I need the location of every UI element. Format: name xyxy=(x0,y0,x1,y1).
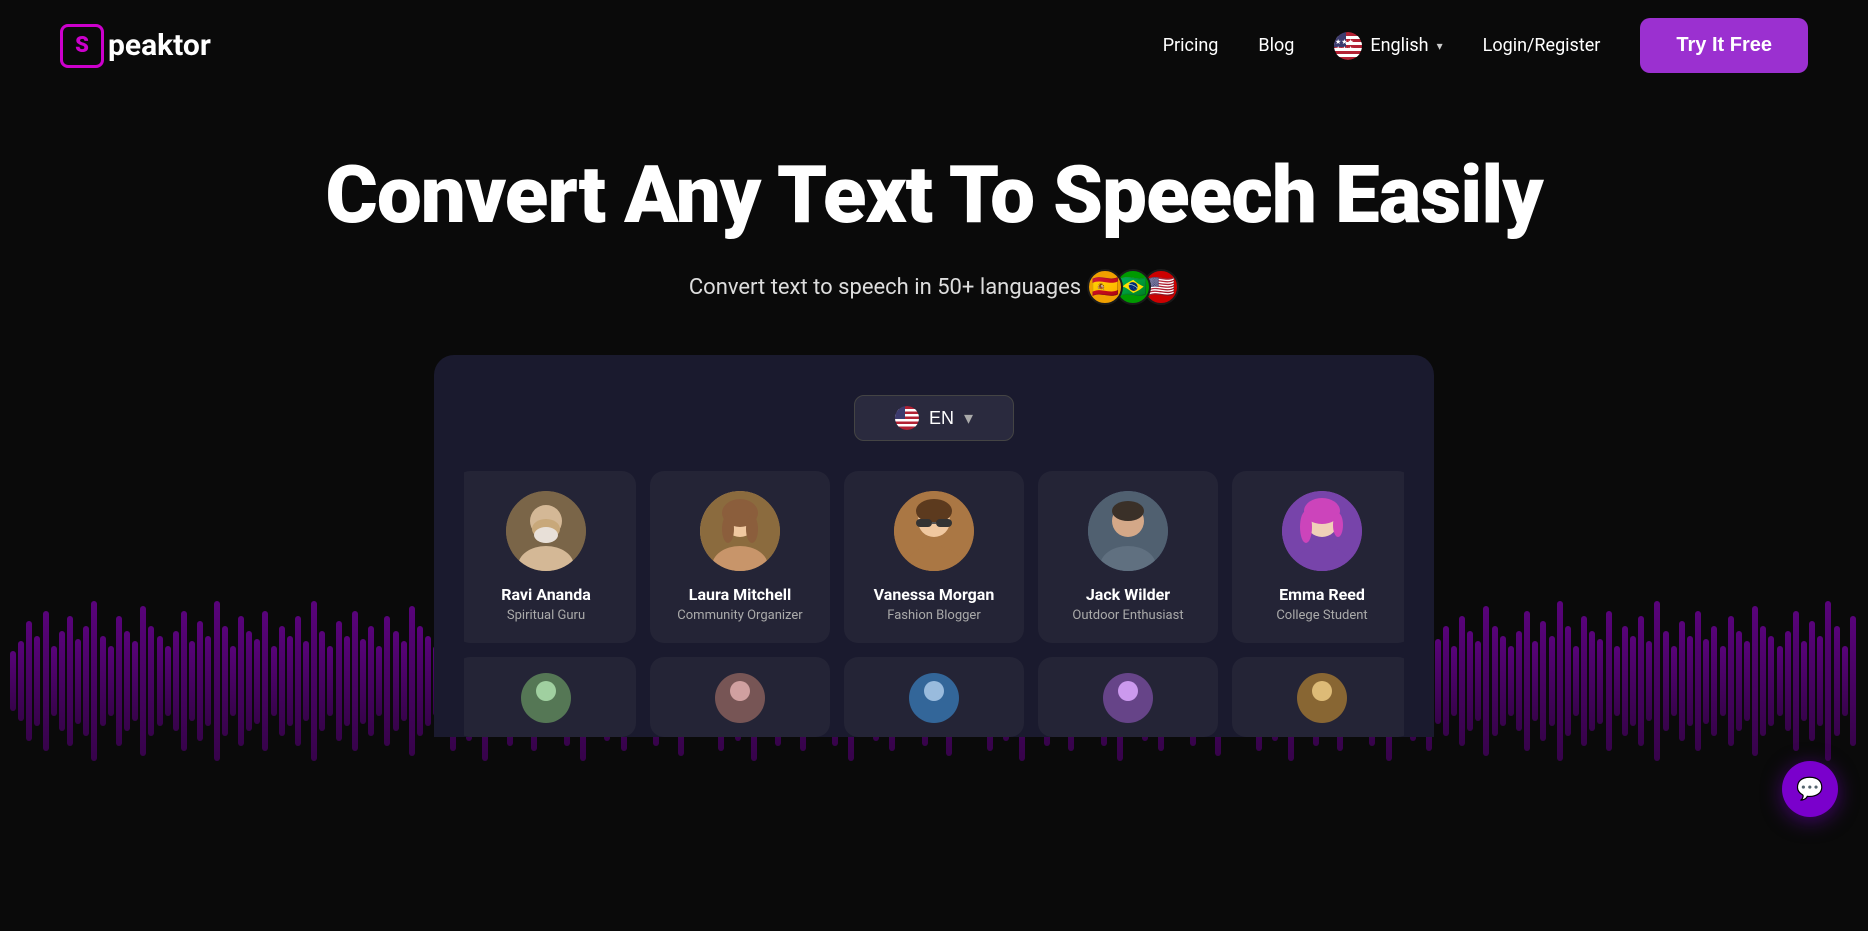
lang-dropdown-button[interactable]: EN ▾ xyxy=(854,395,1014,441)
dropdown-flag-icon xyxy=(895,406,919,430)
try-it-free-button[interactable]: Try It Free xyxy=(1640,18,1808,73)
spain-flag-icon: 🇪🇸 xyxy=(1087,269,1123,305)
login-register-link[interactable]: Login/Register xyxy=(1483,35,1601,56)
emma-name: Emma Reed xyxy=(1248,585,1396,604)
voice-card-vanessa[interactable]: Vanessa Morgan Fashion Blogger xyxy=(844,471,1024,643)
logo-text: peaktor xyxy=(108,28,211,63)
partial-card-4[interactable] xyxy=(1038,657,1218,737)
voice-cards-grid: Ravi Ananda Spiritual Guru xyxy=(464,471,1404,643)
dropdown-chevron-icon: ▾ xyxy=(964,408,973,429)
voice-card-laura[interactable]: Laura Mitchell Community Organizer xyxy=(650,471,830,643)
voice-card-ravi[interactable]: Ravi Ananda Spiritual Guru xyxy=(464,471,636,643)
hero-section: Convert Any Text To Speech Easily Conver… xyxy=(0,91,1868,737)
nav-links: Pricing Blog ★★★ ★★★ English ▾ Login/Reg… xyxy=(1163,18,1808,73)
laura-avatar xyxy=(700,491,780,571)
voice-card-jack[interactable]: Jack Wilder Outdoor Enthusiast xyxy=(1038,471,1218,643)
ravi-role: Spiritual Guru xyxy=(472,608,620,623)
language-flags: 🇪🇸 🇧🇷 🇺🇸 xyxy=(1095,269,1179,305)
chevron-down-icon: ▾ xyxy=(1437,39,1443,53)
voice-cards-row2 xyxy=(464,657,1404,737)
emma-avatar xyxy=(1282,491,1362,571)
ravi-name: Ravi Ananda xyxy=(472,585,620,604)
dropdown-lang-label: EN xyxy=(929,408,954,429)
app-mockup: EN ▾ xyxy=(434,355,1434,737)
laura-name: Laura Mitchell xyxy=(666,585,814,604)
logo-box: S xyxy=(60,24,104,68)
chat-bubble-button[interactable]: 💬 xyxy=(1782,761,1838,817)
partial-card-5[interactable] xyxy=(1232,657,1404,737)
voice-card-emma[interactable]: Emma Reed College Student xyxy=(1232,471,1404,643)
chat-icon: 💬 xyxy=(1796,777,1823,802)
language-label: English xyxy=(1370,35,1428,56)
svg-text:★★★: ★★★ xyxy=(1335,45,1354,53)
vanessa-role: Fashion Blogger xyxy=(860,608,1008,623)
partial-card-2[interactable] xyxy=(650,657,830,737)
laura-role: Community Organizer xyxy=(666,608,814,623)
jack-avatar xyxy=(1088,491,1168,571)
language-selector[interactable]: ★★★ ★★★ English ▾ xyxy=(1334,32,1442,60)
blog-link[interactable]: Blog xyxy=(1258,35,1294,56)
vanessa-avatar xyxy=(894,491,974,571)
ravi-avatar xyxy=(506,491,586,571)
logo[interactable]: S peaktor xyxy=(60,24,211,68)
subtitle-text: Convert text to speech in 50+ languages xyxy=(689,275,1081,300)
us-flag-icon: ★★★ ★★★ xyxy=(1334,32,1362,60)
pricing-link[interactable]: Pricing xyxy=(1163,35,1219,56)
partial-card-1[interactable] xyxy=(464,657,636,737)
lang-dropdown-container: EN ▾ xyxy=(854,395,1014,441)
jack-role: Outdoor Enthusiast xyxy=(1054,608,1202,623)
partial-card-3[interactable] xyxy=(844,657,1024,737)
emma-role: College Student xyxy=(1248,608,1396,623)
hero-title: Convert Any Text To Speech Easily xyxy=(20,151,1848,239)
jack-name: Jack Wilder xyxy=(1054,585,1202,604)
hero-subtitle: Convert text to speech in 50+ languages … xyxy=(20,269,1848,305)
vanessa-name: Vanessa Morgan xyxy=(860,585,1008,604)
